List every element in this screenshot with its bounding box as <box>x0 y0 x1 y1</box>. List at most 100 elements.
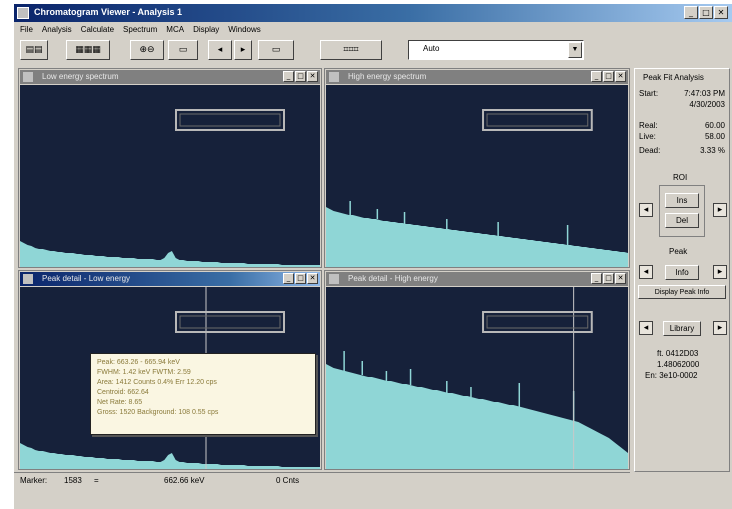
pane-close-button[interactable]: ✕ <box>615 273 626 284</box>
peak-info-tooltip: Peak: 663.26 - 665.94 keV FWHM: 1.42 keV… <box>90 353 316 435</box>
display-mode-value: Auto <box>423 44 440 53</box>
zoom-icon: ⊕⊖ <box>139 45 155 55</box>
open-file-button[interactable]: ▤▤ <box>20 40 48 60</box>
real-label: Real: <box>639 121 658 130</box>
pane-icon <box>329 274 339 284</box>
window-title: Chromatogram Viewer - Analysis 1 <box>34 7 183 17</box>
start-label: Start: <box>639 89 659 98</box>
open-icon: ▤▤ <box>25 45 43 55</box>
footer-line-1: ft. 0412D03 <box>657 349 699 358</box>
tooltip-line: Centroid: 662.64 <box>97 389 149 396</box>
range-decrease-button[interactable]: ◂ <box>208 40 232 60</box>
spectrum-plot-low[interactable] <box>20 85 320 267</box>
peak-plot-high[interactable] <box>326 287 628 469</box>
peak-pane-high[interactable]: Peak detail - High energy _ □ ✕ <box>324 270 630 470</box>
pane-title: Peak detail - High energy <box>348 274 438 283</box>
menu-file[interactable]: File <box>20 23 33 37</box>
pane-minimize-button[interactable]: _ <box>283 273 294 284</box>
pane-title-bar[interactable]: Peak detail - High energy _ □ ✕ <box>326 272 628 286</box>
menu-spectrum[interactable]: Spectrum <box>123 23 157 37</box>
application-window: Chromatogram Viewer - Analysis 1 _ □ ✕ F… <box>14 4 732 509</box>
peak-next-icon[interactable]: ▸ <box>713 265 727 279</box>
scale-button[interactable]: ▭ <box>168 40 198 60</box>
menu-calculate[interactable]: Calculate <box>81 23 114 37</box>
analysis-tools-button[interactable]: ⌗⌗⌗ <box>320 40 382 60</box>
spectrum-pane-high[interactable]: High energy spectrum _ □ ✕ <box>324 68 630 268</box>
spectrum-plot-high[interactable] <box>326 85 628 267</box>
peak-info-button[interactable]: Info <box>665 265 699 280</box>
pane-maximize-button[interactable]: □ <box>603 273 614 284</box>
roi-delete-button[interactable]: Del <box>665 213 699 228</box>
display-mode-combo[interactable]: Auto ▼ <box>408 40 584 60</box>
toolbar: ▤▤ ▦▦▦ ⊕⊖ ▭ ◂ ▸ ▭ ⌗⌗⌗ Auto ▼ <box>14 40 634 62</box>
pane-minimize-button[interactable]: _ <box>591 71 602 82</box>
pane-icon <box>23 274 33 284</box>
pane-maximize-button[interactable]: □ <box>295 273 306 284</box>
real-value: 60.00 <box>704 121 725 130</box>
layout-icon: ▦▦▦ <box>75 45 101 55</box>
library-button[interactable]: Library <box>663 321 701 336</box>
maximize-button[interactable]: □ <box>699 6 713 19</box>
app-icon[interactable] <box>17 7 29 19</box>
dead-value: 3.33 % <box>700 146 725 155</box>
tooltip-line: Net Rate: 8.65 <box>97 399 143 406</box>
spectrum-pane-low[interactable]: Low energy spectrum _ □ ✕ <box>18 68 322 268</box>
pane-title: Low energy spectrum <box>42 72 119 81</box>
fit-icon: ▭ <box>271 45 281 55</box>
arrow-left-icon: ◂ <box>217 45 223 55</box>
analysis-icon: ⌗⌗⌗ <box>343 45 359 55</box>
dead-label: Dead: <box>639 146 661 155</box>
tooltip-line: Gross: 1520 Background: 108 0.55 cps <box>97 409 219 416</box>
status-separator: = <box>94 476 99 485</box>
start-time: 7:47:03 PM <box>684 89 725 98</box>
menu-display[interactable]: Display <box>193 23 219 37</box>
fit-button[interactable]: ▭ <box>258 40 294 60</box>
status-bar: Marker: 1583 = 662.66 keV 0 Cnts <box>14 472 630 488</box>
library-next-icon[interactable]: ▸ <box>713 321 727 335</box>
pane-maximize-button[interactable]: □ <box>603 71 614 82</box>
minimize-button[interactable]: _ <box>684 6 698 19</box>
pane-minimize-button[interactable]: _ <box>283 71 294 82</box>
status-energy: 662.66 keV <box>164 476 205 485</box>
pane-title-bar[interactable]: Low energy spectrum _ □ ✕ <box>20 70 320 84</box>
pane-icon <box>329 72 339 82</box>
peak-prev-icon[interactable]: ◂ <box>639 265 653 279</box>
peak-fit-panel: Peak Fit Analysis Start: 7:47:03 PM 4/30… <box>634 68 730 472</box>
pane-close-button[interactable]: ✕ <box>615 71 626 82</box>
range-increase-button[interactable]: ▸ <box>234 40 252 60</box>
start-date: 4/30/2003 <box>689 100 725 109</box>
peak-label: Peak <box>669 247 688 256</box>
tooltip-line: Peak: 663.26 - 665.94 keV <box>97 359 180 366</box>
live-label: Live: <box>639 132 656 141</box>
pane-title-bar[interactable]: Peak detail - Low energy _ □ ✕ <box>20 272 320 286</box>
pane-close-button[interactable]: ✕ <box>307 71 318 82</box>
menu-windows[interactable]: Windows <box>228 23 260 37</box>
footer-line-3: En: 3e10-0002 <box>645 371 698 380</box>
pane-icon <box>23 72 33 82</box>
status-marker-label: Marker: <box>20 476 48 485</box>
status-channel: 1583 <box>64 476 82 485</box>
pane-minimize-button[interactable]: _ <box>591 273 602 284</box>
chevron-down-icon[interactable]: ▼ <box>568 42 582 58</box>
close-button[interactable]: ✕ <box>714 6 728 19</box>
roi-next-icon[interactable]: ▸ <box>713 203 727 217</box>
library-prev-icon[interactable]: ◂ <box>639 321 653 335</box>
plot-background <box>20 85 320 267</box>
scale-icon: ▭ <box>178 45 188 55</box>
display-peak-info-checkbox[interactable]: Display Peak Info <box>638 285 726 299</box>
arrow-right-icon: ▸ <box>240 45 246 55</box>
roi-prev-icon[interactable]: ◂ <box>639 203 653 217</box>
menu-analysis[interactable]: Analysis <box>42 23 72 37</box>
title-bar: Chromatogram Viewer - Analysis 1 _ □ ✕ <box>14 4 732 22</box>
zoom-button[interactable]: ⊕⊖ <box>130 40 164 60</box>
live-value: 58.00 <box>704 132 725 141</box>
menu-mca[interactable]: MCA <box>166 23 184 37</box>
roi-insert-button[interactable]: Ins <box>665 193 699 208</box>
view-toggle-button[interactable]: ▦▦▦ <box>66 40 110 60</box>
status-counts: 0 Cnts <box>276 476 300 485</box>
tooltip-line: Area: 1412 Counts 0.4% Err 12.20 cps <box>97 379 217 386</box>
panel-heading: Peak Fit Analysis <box>643 73 704 82</box>
pane-close-button[interactable]: ✕ <box>307 273 318 284</box>
pane-maximize-button[interactable]: □ <box>295 71 306 82</box>
pane-title-bar[interactable]: High energy spectrum _ □ ✕ <box>326 70 628 84</box>
